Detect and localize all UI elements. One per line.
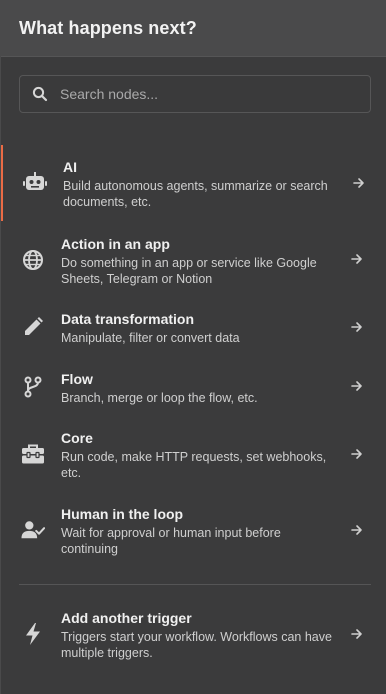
- panel-header: What happens next?: [1, 0, 386, 57]
- item-title: Action in an app: [61, 236, 170, 252]
- user-check-icon: [21, 518, 45, 542]
- category-item-core[interactable]: Core Run code, make HTTP requests, set w…: [1, 416, 386, 492]
- branch-icon: [21, 375, 45, 399]
- panel-title: What happens next?: [19, 18, 197, 38]
- item-description: Wait for approval or human input before …: [61, 526, 281, 556]
- add-trigger-item[interactable]: Add another trigger Triggers start your …: [1, 598, 386, 674]
- item-title: Human in the loop: [61, 506, 184, 522]
- search-icon: [20, 75, 60, 113]
- arrow-right-icon: [350, 252, 364, 266]
- item-title: Data transformation: [61, 311, 195, 327]
- arrow-right-icon: [350, 320, 364, 334]
- bolt-icon: [21, 622, 45, 646]
- category-item-data-transformation[interactable]: Data transformation Manipulate, filter o…: [1, 300, 386, 356]
- item-description: Build autonomous agents, summarize or se…: [63, 179, 328, 209]
- item-description: Do something in an app or service like G…: [61, 256, 317, 286]
- arrow-right-icon: [350, 447, 364, 461]
- arrow-right-icon: [352, 176, 366, 190]
- item-description: Run code, make HTTP requests, set webhoo…: [61, 450, 327, 480]
- pencil-icon: [21, 315, 45, 339]
- item-title: Core: [61, 430, 93, 446]
- globe-icon: [21, 248, 45, 272]
- robot-icon: [23, 171, 47, 195]
- category-item-ai[interactable]: AI Build autonomous agents, summarize or…: [1, 145, 386, 221]
- category-item-action-in-app[interactable]: Action in an app Do something in an app …: [1, 222, 386, 298]
- item-description: Triggers start your workflow. Workflows …: [61, 630, 332, 660]
- item-description: Manipulate, filter or convert data: [61, 331, 240, 345]
- search-input[interactable]: [60, 76, 370, 112]
- arrow-right-icon: [350, 523, 364, 537]
- item-title: Flow: [61, 371, 93, 387]
- item-title: AI: [63, 159, 77, 175]
- section-divider: [19, 584, 371, 585]
- toolbox-icon: [21, 442, 45, 466]
- item-title: Add another trigger: [61, 610, 192, 626]
- node-creator-panel: What happens next? AI Build auto: [0, 0, 386, 694]
- arrow-right-icon: [350, 379, 364, 393]
- arrow-right-icon: [350, 627, 364, 641]
- category-item-human-in-the-loop[interactable]: Human in the loop Wait for approval or h…: [1, 492, 386, 568]
- item-description: Branch, merge or loop the flow, etc.: [61, 391, 258, 405]
- category-item-flow[interactable]: Flow Branch, merge or loop the flow, etc…: [1, 360, 386, 416]
- search-box[interactable]: [19, 75, 371, 113]
